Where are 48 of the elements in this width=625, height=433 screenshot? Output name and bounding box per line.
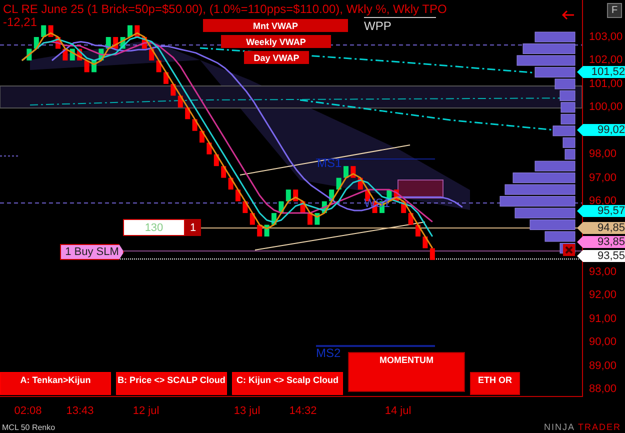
f-button[interactable]: F [607,3,622,18]
price-axis-label: 90,00 [589,336,617,348]
zone-box [398,180,444,198]
price-axis-label: 97,00 [589,172,617,184]
time-axis-label: 12 jul [132,405,160,417]
price-axis-label: 88,00 [589,383,617,396]
brand-text-accent: TRADER [578,422,621,432]
time-axis-label: 02:08 [14,405,42,417]
chart-title: CL RE June 25 (1 Brick=50p=$50.00), (1.0%=110pps=$110.00), Wkly %, Wkly TPO [3,2,447,16]
price-tag: 99,02 [577,124,625,136]
brand-text: NINJA [544,422,575,432]
time-axis-label: 13:43 [66,405,94,417]
vwap-label: Mnt VWAP [203,19,348,32]
signal-indicator: MOMENTUM [348,352,465,392]
time-axis-label: 14:32 [289,405,317,417]
price-tag: 101,52 [577,66,625,78]
time-axis-label: 13 jul [234,405,260,417]
price-axis-label: 101,00 [589,78,623,90]
price-tag: 94,85 [577,222,625,234]
vwap-label: Day VWAP [244,51,309,64]
chart-subtitle: -12,21 [3,15,38,29]
left-arrow-icon [561,10,575,20]
pivot-label: WS1 [364,196,390,210]
signal-indicator: A: Tenkan>Kijun [0,372,111,395]
close-icon[interactable] [563,244,575,256]
price-axis-label: 102,00 [589,54,623,66]
pivot-label: MS1 [317,156,342,170]
price-axis-label: 91,00 [589,312,617,325]
signal-indicator: ETH OR [470,372,520,395]
price-axis-label: 93,00 [589,266,617,278]
signal-indicator: C: Kijun <> Scalp Cloud [232,372,343,395]
wpp-label: WPP [364,17,436,33]
order-count-label: 1 [185,219,201,236]
price-axis-label: 89,00 [589,360,617,372]
buy-order-tag[interactable]: 1 Buy SLM [60,244,124,260]
time-axis-label: 14 jul [384,405,412,417]
price-tag: 95,57 [577,205,625,217]
pivot-label: MS2 [316,346,341,360]
instrument-label: MCL 50 Renko [2,422,56,432]
price-axis-label: 100,00 [589,101,623,114]
price-axis-label: 96,00 [589,195,617,208]
price-tag: 93,55 [577,250,625,262]
signal-indicator: B: Price <> SCALP Cloud [116,372,227,395]
price-tag: 93,85 [577,236,625,248]
price-axis-label: 98,00 [589,148,617,160]
price-axis-label: 92,00 [589,289,617,302]
price-axis-label: 103,00 [589,31,623,43]
vwap-label: Weekly VWAP [221,35,331,48]
